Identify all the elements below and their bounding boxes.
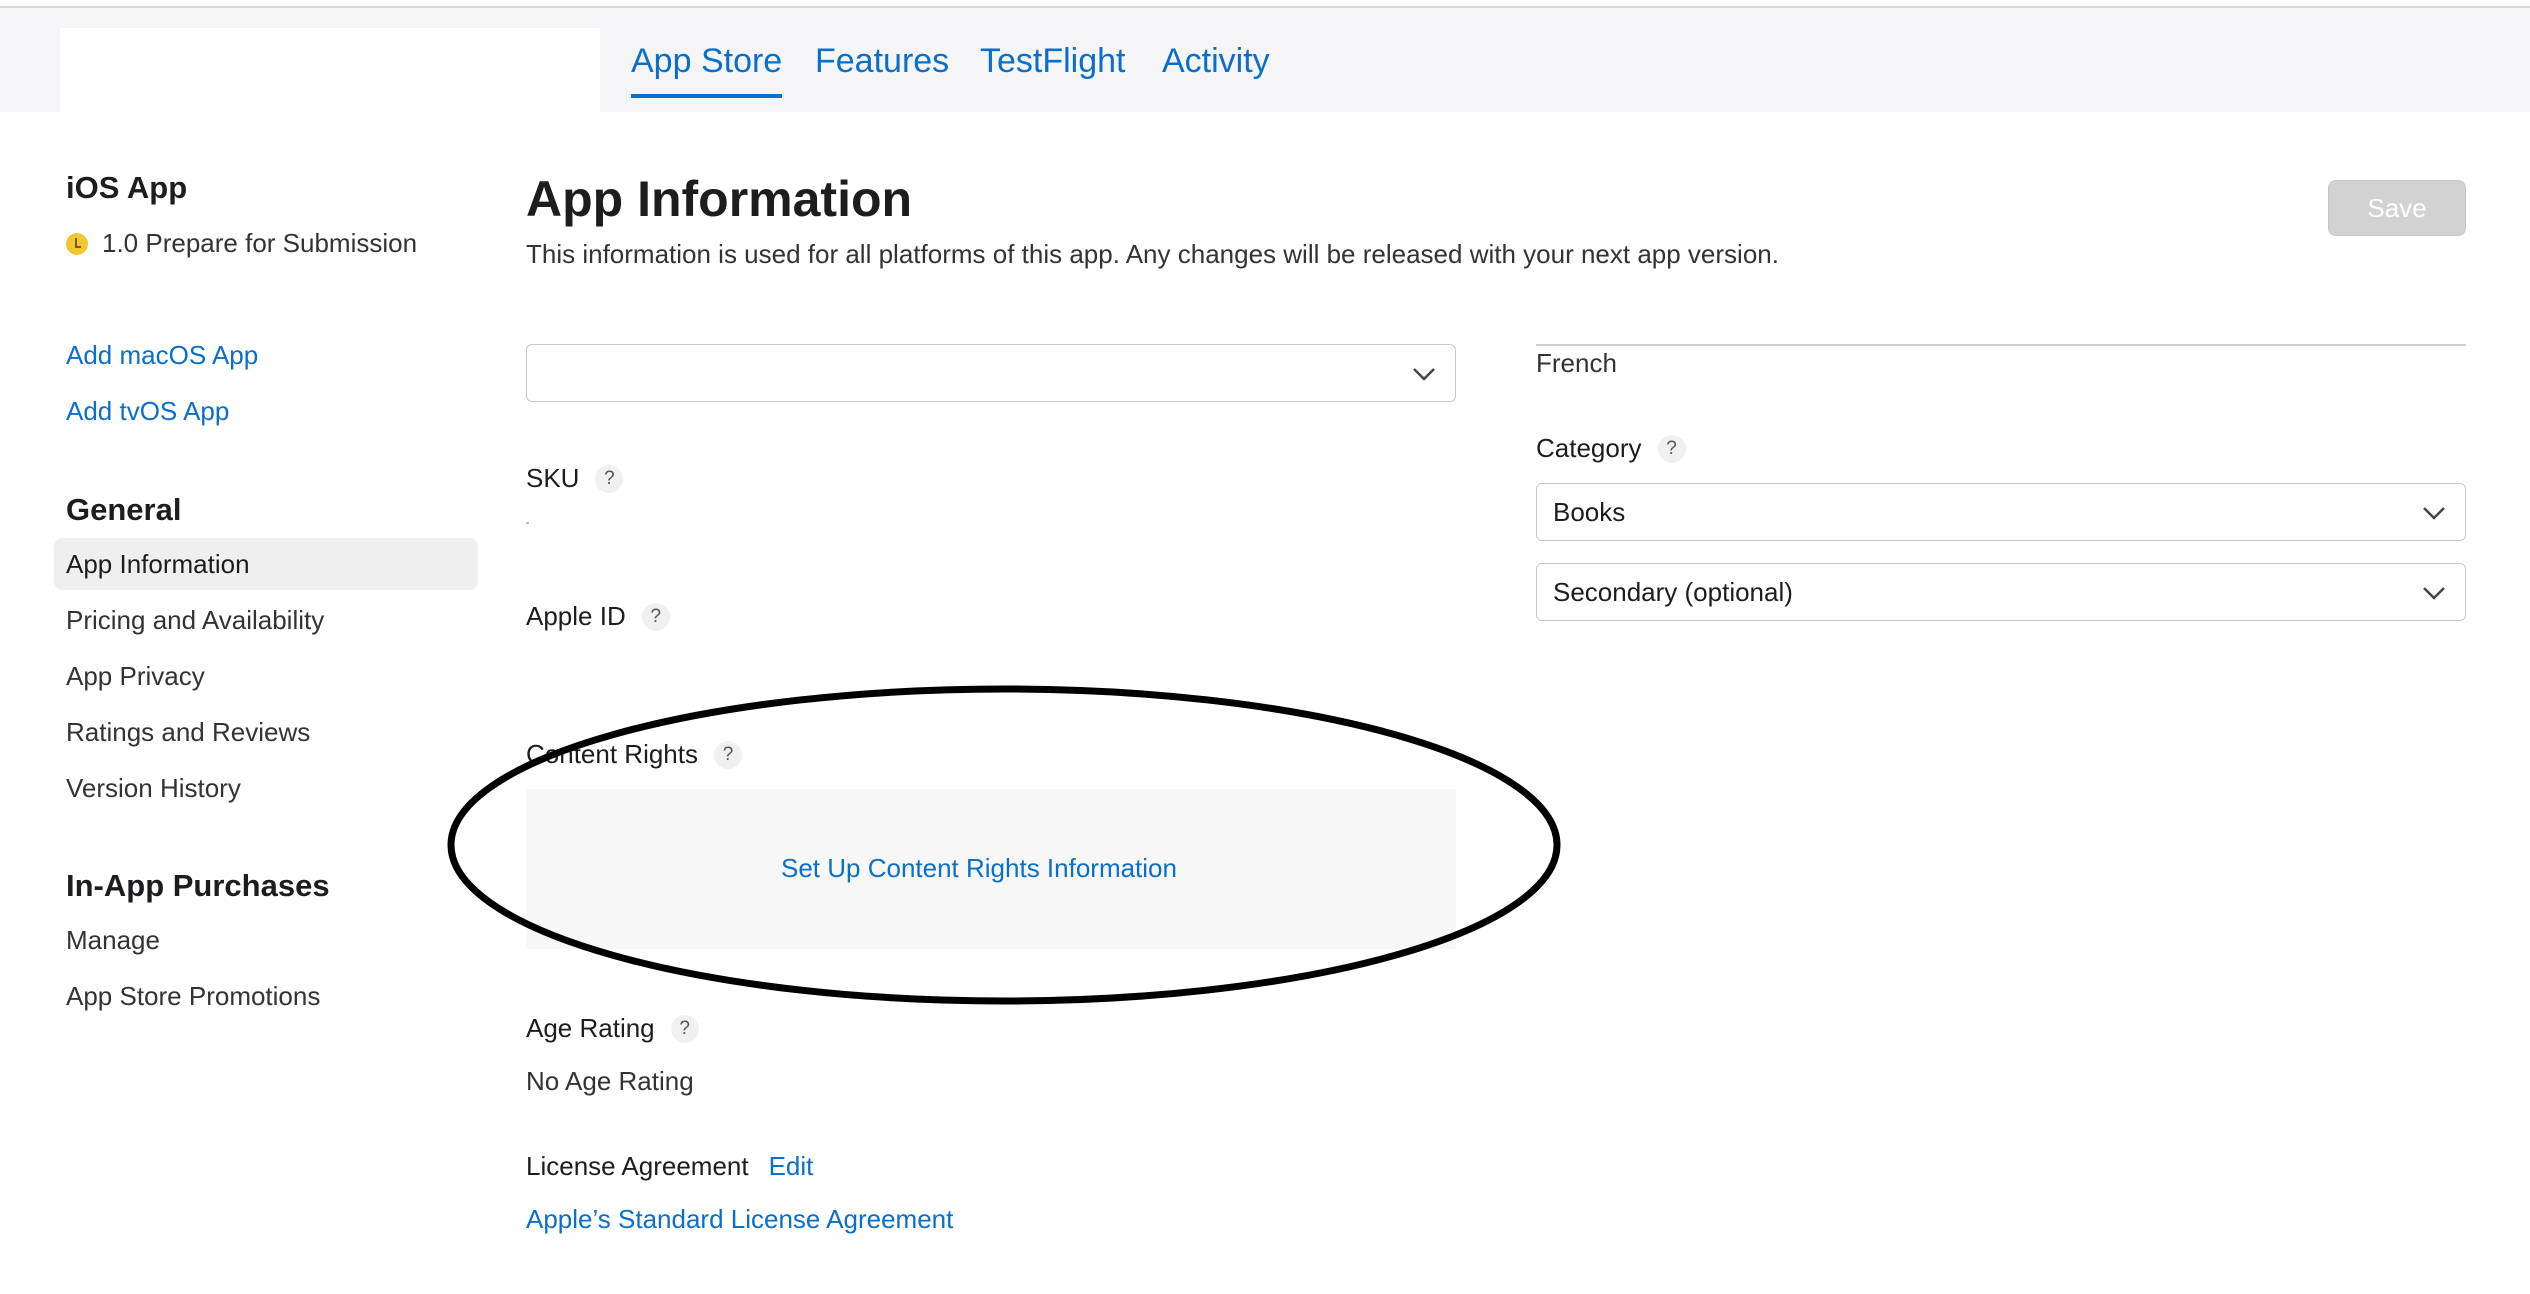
sidebar-item-app-information[interactable]: App Information xyxy=(54,538,478,590)
right-column-divider xyxy=(1536,344,2466,346)
help-icon[interactable]: ? xyxy=(1657,434,1686,463)
standard-license-link[interactable]: Apple’s Standard License Agreement xyxy=(526,1204,953,1235)
add-macos-app-link[interactable]: Add macOS App xyxy=(66,340,258,371)
primary-category-value: Books xyxy=(1553,497,1626,527)
add-tvos-app-link[interactable]: Add tvOS App xyxy=(66,396,229,427)
sku-value xyxy=(526,522,529,524)
help-icon[interactable]: ? xyxy=(595,464,624,493)
page-subtitle: This information is used for all platfor… xyxy=(526,239,1779,269)
age-rating-label: Age Rating ? xyxy=(526,1013,699,1044)
license-edit-link[interactable]: Edit xyxy=(769,1151,814,1182)
tab-features[interactable]: Features xyxy=(815,42,949,94)
sku-label: SKU ? xyxy=(526,463,624,494)
age-rating-label-text: Age Rating xyxy=(526,1013,655,1043)
age-rating-value: No Age Rating xyxy=(526,1066,694,1096)
apple-id-label: Apple ID ? xyxy=(526,601,670,632)
license-agreement-label: License Agreement Edit xyxy=(526,1151,813,1182)
content-rights-label: Content Rights ? xyxy=(526,739,742,770)
version-status-label: 1.0 Prepare for Submission xyxy=(102,228,418,258)
chevron-down-icon xyxy=(1413,368,1435,381)
page-title: App Information xyxy=(526,171,913,227)
primary-category-select[interactable]: Books xyxy=(1536,483,2466,541)
apple-id-label-text: Apple ID xyxy=(526,601,626,631)
license-agreement-label-text: License Agreement xyxy=(526,1151,749,1181)
sidebar-item-app-store-promotions[interactable]: App Store Promotions xyxy=(54,970,478,1022)
category-label-text: Category xyxy=(1536,433,1642,463)
save-button[interactable]: Save xyxy=(2328,180,2466,236)
tab-activity[interactable]: Activity xyxy=(1162,42,1270,94)
sku-label-text: SKU xyxy=(526,463,580,493)
category-label: Category ? xyxy=(1536,433,1686,464)
sidebar-item-version-history[interactable]: Version History xyxy=(54,762,478,814)
help-icon[interactable]: ? xyxy=(713,740,742,769)
general-heading: General xyxy=(66,492,182,527)
chevron-down-icon xyxy=(2423,507,2445,520)
set-up-content-rights-link[interactable]: Set Up Content Rights Information xyxy=(781,853,1177,884)
clock-status-icon xyxy=(66,232,88,255)
primary-language-value: French xyxy=(1536,348,1617,378)
help-icon[interactable]: ? xyxy=(641,602,670,631)
content-rights-label-text: Content Rights xyxy=(526,739,698,769)
app-icon-placeholder xyxy=(60,28,600,112)
version-status[interactable]: 1.0 Prepare for Submission xyxy=(66,228,417,259)
sidebar-item-manage[interactable]: Manage xyxy=(54,914,478,966)
secondary-category-select[interactable]: Secondary (optional) xyxy=(1536,563,2466,621)
annotation-ellipse xyxy=(447,685,1561,1005)
in-app-purchases-heading: In-App Purchases xyxy=(66,868,330,903)
help-icon[interactable]: ? xyxy=(670,1014,699,1043)
sidebar-item-pricing-availability[interactable]: Pricing and Availability xyxy=(54,594,478,646)
sidebar-item-app-privacy[interactable]: App Privacy xyxy=(54,650,478,702)
sidebar-item-ratings-reviews[interactable]: Ratings and Reviews xyxy=(54,706,478,758)
tab-testflight[interactable]: TestFlight xyxy=(980,42,1126,94)
platform-title: iOS App xyxy=(66,170,188,205)
window-top-edge xyxy=(0,0,2530,8)
tab-app-store[interactable]: App Store xyxy=(631,42,783,98)
chevron-down-icon xyxy=(2423,587,2445,600)
top-left-select[interactable] xyxy=(526,344,1456,402)
secondary-category-value: Secondary (optional) xyxy=(1553,577,1793,607)
